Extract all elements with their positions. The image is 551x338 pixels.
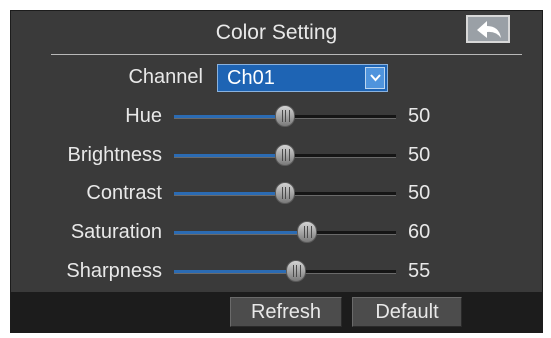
slider-thumb[interactable] [275, 105, 295, 127]
slider-thumb[interactable] [286, 260, 307, 282]
setting-value: 50 [408, 182, 431, 204]
setting-value: 50 [408, 144, 431, 166]
color-setting-dialog: Color Setting Channel Ch01 Hue 50 Bright… [10, 10, 543, 333]
setting-row-sharpness: Sharpness 55 [11, 256, 542, 288]
channel-label: Channel [128, 66, 203, 88]
slider-fill [174, 231, 308, 234]
setting-label: Saturation [70, 221, 162, 243]
back-arrow-icon [477, 21, 501, 38]
saturation-slider[interactable] [174, 221, 396, 243]
setting-row-contrast: Contrast 50 [11, 178, 542, 210]
slider-fill [174, 154, 285, 157]
title-bar: Color Setting [11, 11, 542, 57]
setting-row-saturation: Saturation 60 [11, 217, 542, 249]
setting-value: 55 [408, 260, 431, 282]
slider-fill [174, 115, 285, 118]
chevron-down-icon [370, 74, 381, 82]
default-button[interactable]: Default [352, 297, 462, 327]
refresh-button[interactable]: Refresh [230, 297, 342, 327]
setting-label: Brightness [67, 144, 163, 166]
channel-selected-value: Ch01 [227, 67, 275, 89]
title-divider [51, 54, 522, 55]
slider-fill [174, 270, 297, 273]
dropdown-button[interactable] [365, 67, 385, 89]
setting-value: 50 [408, 105, 431, 127]
setting-label: Sharpness [66, 260, 162, 282]
hue-slider[interactable] [174, 105, 396, 127]
setting-row-brightness: Brightness 50 [11, 140, 542, 172]
brightness-slider[interactable] [174, 144, 396, 166]
setting-label: Contrast [86, 182, 162, 204]
back-button[interactable] [466, 15, 510, 43]
slider-fill [174, 192, 285, 195]
setting-label: Hue [125, 105, 162, 127]
slider-thumb[interactable] [275, 182, 295, 204]
setting-row-hue: Hue 50 [11, 101, 542, 133]
channel-select[interactable]: Ch01 [217, 64, 388, 92]
footer-bar: Refresh Default [11, 292, 542, 332]
sharpness-slider[interactable] [174, 260, 396, 282]
dialog-title: Color Setting [215, 21, 338, 44]
slider-thumb[interactable] [297, 221, 318, 243]
slider-thumb[interactable] [275, 144, 295, 166]
contrast-slider[interactable] [174, 182, 396, 204]
setting-value: 60 [408, 221, 431, 243]
